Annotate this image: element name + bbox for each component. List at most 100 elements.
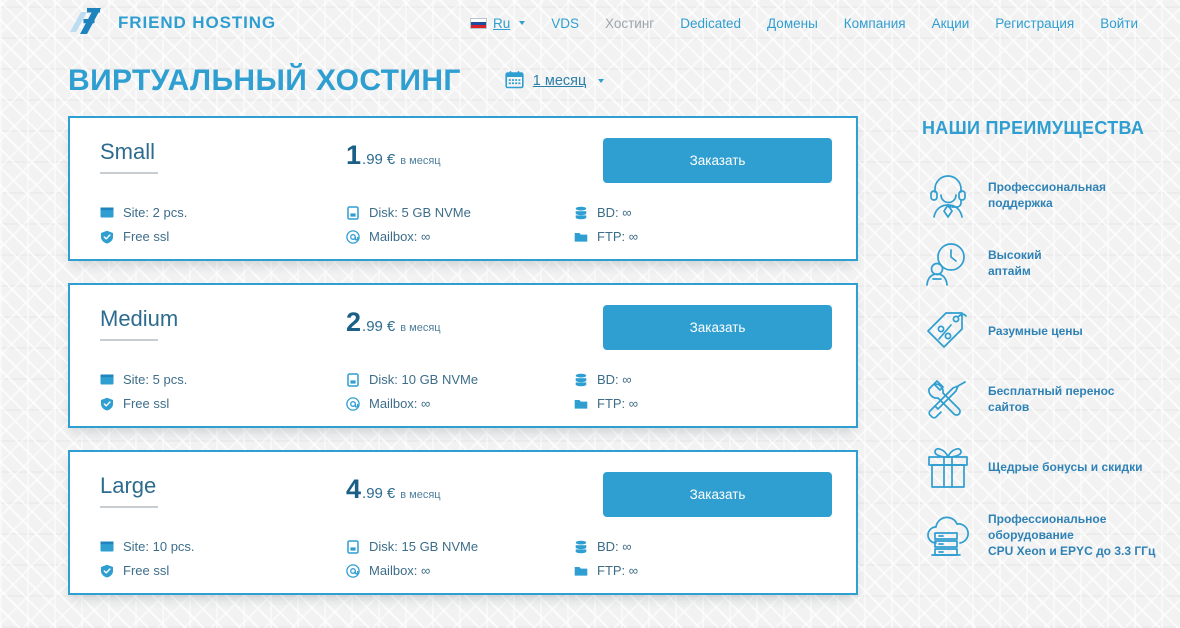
plan-name-divider	[100, 506, 158, 509]
nav-item-dedicated[interactable]: Dedicated	[680, 16, 741, 31]
feature-ftp: FTP: ∞	[574, 229, 774, 244]
advantage-label: Бесплатный перенос сайтов	[988, 383, 1115, 414]
friend-hosting-f-logo-icon	[68, 6, 108, 40]
plan-card-large: Large 4 .99 € в месяц Заказать Site: 10 …	[68, 450, 858, 595]
feature-disk: Disk: 15 GB NVMe	[346, 539, 574, 554]
price-period: в месяц	[400, 155, 441, 167]
advantage-label: Профессиональное оборудование CPU Xeon и…	[988, 511, 1156, 559]
gift-icon	[922, 441, 974, 493]
advantage-item-migration: Бесплатный перенос сайтов	[922, 365, 1180, 433]
price-period: в месяц	[400, 489, 441, 501]
feature-column-3: BD: ∞ FTP: ∞	[574, 372, 774, 411]
plan-name-block: Large	[100, 474, 346, 509]
folder-icon	[574, 566, 588, 576]
feature-mailbox-label: Mailbox: ∞	[369, 396, 431, 411]
database-icon	[575, 206, 587, 219]
nav-item-hosting[interactable]: Хостинг	[605, 16, 654, 31]
at-sign-icon	[346, 229, 360, 244]
feature-disk: Disk: 5 GB NVMe	[346, 205, 574, 220]
browser-window-icon	[100, 374, 114, 384]
at-sign-icon	[346, 563, 360, 578]
feature-site: Site: 10 pcs.	[100, 539, 346, 554]
price-integer: 4	[346, 474, 362, 504]
feature-bd-label: BD: ∞	[597, 205, 632, 220]
price-integer: 1	[346, 140, 362, 170]
browser-window-icon	[100, 541, 114, 551]
plan-features: Site: 10 pcs. Free ssl Disk: 15 GB NVMe …	[100, 539, 832, 578]
advantage-item-prices: Разумные цены	[922, 297, 1180, 365]
price-currency: €	[386, 485, 396, 502]
database-icon	[575, 540, 587, 553]
plan-features: Site: 2 pcs. Free ssl Disk: 5 GB NVMe Ma…	[100, 205, 832, 244]
plan-name-divider	[100, 339, 158, 342]
feature-site-label: Site: 5 pcs.	[123, 372, 188, 387]
price-integer: 2	[346, 307, 362, 337]
plan-name-block: Small	[100, 139, 346, 175]
plan-price: 2 .99 € в месяц	[346, 307, 574, 336]
at-sign-icon	[346, 396, 360, 411]
price-decimal: .99	[362, 151, 383, 168]
folder-icon	[574, 232, 588, 242]
advantage-item-hardware: Профессиональное оборудование CPU Xeon и…	[922, 501, 1180, 569]
plan-name: Small	[100, 139, 156, 164]
nav-item-domains[interactable]: Домены	[767, 16, 818, 31]
price-currency: €	[386, 151, 396, 168]
russian-flag-icon	[469, 17, 487, 29]
billing-period-label[interactable]: 1 месяц	[533, 73, 587, 89]
feature-column-1: Site: 10 pcs. Free ssl	[100, 539, 346, 578]
feature-ssl: Free ssl	[100, 396, 346, 411]
shield-check-icon	[101, 230, 113, 243]
feature-column-2: Disk: 15 GB NVMe Mailbox: ∞	[346, 539, 574, 578]
price-decimal: .99	[362, 485, 383, 502]
cloud-server-icon	[922, 509, 974, 561]
page-title-row: ВИРТУАЛЬНЫЙ ХОСТИНГ 1 месяц	[0, 46, 1180, 98]
feature-ssl: Free ssl	[100, 563, 346, 578]
shield-check-icon	[101, 564, 113, 577]
feature-disk-label: Disk: 15 GB NVMe	[369, 539, 479, 554]
nav-item-vds[interactable]: VDS	[551, 16, 579, 31]
plan-name-block: Medium	[100, 307, 346, 342]
nav-item-company[interactable]: Компания	[844, 16, 906, 31]
price-decimal: .99	[362, 318, 383, 335]
feature-disk-label: Disk: 5 GB NVMe	[369, 205, 471, 220]
advantage-label: Профессиональная поддержка	[988, 179, 1107, 210]
feature-mailbox: Mailbox: ∞	[346, 563, 574, 578]
order-button[interactable]: Заказать	[603, 305, 832, 350]
nav-item-login[interactable]: Войти	[1100, 16, 1138, 31]
feature-ftp-label: FTP: ∞	[597, 396, 639, 411]
feature-ftp: FTP: ∞	[574, 563, 774, 578]
nav-item-promotions[interactable]: Акции	[932, 16, 970, 31]
plan-card-header: Large 4 .99 € в месяц Заказать	[100, 472, 832, 517]
shield-check-icon	[101, 397, 113, 410]
order-button[interactable]: Заказать	[603, 138, 832, 183]
support-agent-icon	[922, 169, 974, 221]
language-label[interactable]: Ru	[493, 16, 510, 31]
feature-disk: Disk: 10 GB NVMe	[346, 372, 574, 387]
disk-drive-icon	[347, 372, 359, 387]
feature-site-label: Site: 2 pcs.	[123, 205, 188, 220]
feature-bd-label: BD: ∞	[597, 372, 632, 387]
feature-ftp: FTP: ∞	[574, 396, 774, 411]
feature-mailbox-label: Mailbox: ∞	[369, 563, 431, 578]
advantage-item-uptime: Высокий аптайм	[922, 229, 1180, 297]
feature-ssl: Free ssl	[100, 229, 346, 244]
nav-item-registration[interactable]: Регистрация	[995, 16, 1074, 31]
folder-icon	[574, 399, 588, 409]
plan-price: 1 .99 € в месяц	[346, 140, 574, 169]
feature-disk-label: Disk: 10 GB NVMe	[369, 372, 479, 387]
page-content: Small 1 .99 € в месяц Заказать Site: 2 p…	[0, 98, 1180, 595]
language-switcher[interactable]: Ru	[469, 16, 526, 31]
price-period: в месяц	[400, 322, 441, 334]
chevron-down-icon	[519, 21, 526, 25]
billing-period-picker[interactable]: 1 месяц	[505, 70, 605, 93]
feature-bd: BD: ∞	[574, 539, 774, 554]
disk-drive-icon	[347, 205, 359, 220]
advantages-title: НАШИ ПРЕИМУЩЕСТВА	[922, 118, 1145, 138]
order-button[interactable]: Заказать	[603, 472, 832, 517]
browser-window-icon	[100, 207, 114, 217]
plan-card-medium: Medium 2 .99 € в месяц Заказать Site: 5 …	[68, 283, 858, 428]
feature-mailbox-label: Mailbox: ∞	[369, 229, 431, 244]
plan-list: Small 1 .99 € в месяц Заказать Site: 2 p…	[68, 116, 858, 595]
logo[interactable]: FRIEND HOSTING	[68, 6, 276, 40]
plan-features: Site: 5 pcs. Free ssl Disk: 10 GB NVMe M…	[100, 372, 832, 411]
